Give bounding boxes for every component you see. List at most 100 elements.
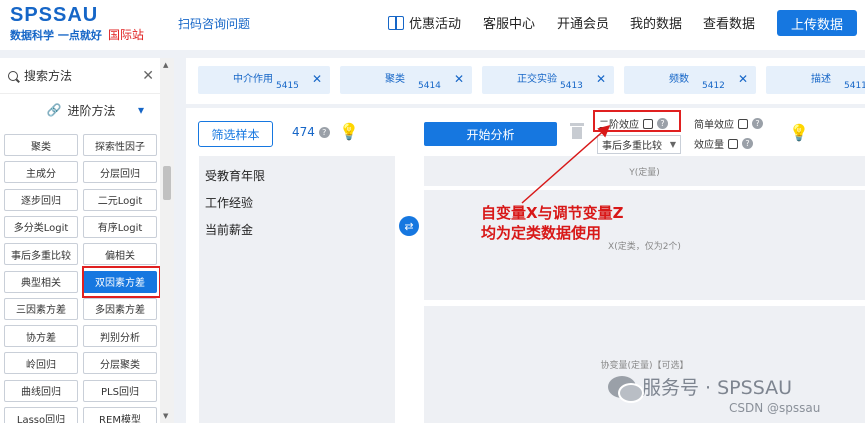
method-button[interactable]: 事后多重比较 bbox=[4, 243, 78, 266]
posthoc-select-value: 事后多重比较 bbox=[602, 141, 662, 152]
analysis-tab[interactable]: 中介作用 5415 ✕ bbox=[198, 66, 330, 94]
method-button[interactable]: 逐步回归 bbox=[4, 188, 78, 211]
simple-effect-checkbox[interactable] bbox=[738, 118, 748, 129]
close-icon[interactable]: ✕ bbox=[454, 72, 464, 86]
logo-title: SPSSAU bbox=[10, 4, 99, 26]
method-button[interactable]: 主成分 bbox=[4, 161, 78, 184]
analysis-tab-count: 5412 bbox=[702, 81, 725, 91]
variable-item[interactable]: 受教育年限 bbox=[199, 162, 395, 189]
analysis-tab-count: 5415 bbox=[276, 81, 299, 91]
nav-view-data-label: 查看数据 bbox=[703, 17, 756, 32]
nav-membership[interactable]: 开通会员 bbox=[557, 13, 609, 32]
close-icon[interactable]: ✕ bbox=[738, 72, 748, 86]
method-button[interactable]: Lasso回归 bbox=[4, 407, 78, 423]
nav-promotions-label: 优惠活动 bbox=[409, 17, 462, 32]
effect-size-option[interactable]: 效应量 ? bbox=[694, 136, 753, 151]
sidebar-scrollbar[interactable]: ▲ ▼ bbox=[160, 58, 174, 423]
second-order-checkbox[interactable] bbox=[643, 118, 653, 129]
watermark: 服务号 · SPSSAU bbox=[608, 373, 793, 403]
help-icon[interactable]: ? bbox=[742, 138, 753, 149]
posthoc-select[interactable]: 事后多重比较 ▼ bbox=[597, 135, 681, 154]
swap-icon[interactable]: ⇄ bbox=[399, 216, 419, 236]
scroll-down-icon[interactable]: ▼ bbox=[163, 412, 168, 420]
method-sidebar: 搜索方法 ✕ 🔗 进阶方法 ▾ 聚类 探索性因子 主成分 分层回归 逐步回归 二元Logi… bbox=[0, 58, 162, 423]
close-icon[interactable]: ✕ bbox=[312, 72, 322, 86]
effect-size-checkbox[interactable] bbox=[728, 138, 738, 149]
trash-icon[interactable] bbox=[570, 123, 584, 139]
lightbulb-icon[interactable]: 💡 bbox=[789, 123, 809, 142]
analysis-tab[interactable]: 正交实验 5413 ✕ bbox=[482, 66, 614, 94]
logo-slogan: 数据科学 一点就好 bbox=[10, 29, 102, 42]
method-button[interactable]: 探索性因子 bbox=[83, 134, 157, 156]
wechat-icon bbox=[608, 375, 644, 403]
method-button[interactable]: 岭回归 bbox=[4, 352, 78, 375]
advanced-methods-label: 进阶方法 bbox=[67, 103, 116, 118]
method-button[interactable]: 多因素方差 bbox=[83, 297, 157, 320]
method-button[interactable]: 二元Logit bbox=[83, 188, 157, 211]
method-button[interactable]: PLS回归 bbox=[83, 379, 157, 402]
second-order-option[interactable]: 二阶效应 ? bbox=[599, 116, 668, 131]
lightbulb-icon[interactable]: 💡 bbox=[339, 122, 359, 141]
analysis-tab[interactable]: 聚类 5414 ✕ bbox=[340, 66, 472, 94]
sample-count-value: 474 bbox=[292, 125, 315, 139]
active-method-highlight bbox=[82, 266, 161, 298]
nav-my-data[interactable]: 我的数据 bbox=[630, 13, 682, 32]
method-button[interactable]: 协方差 bbox=[4, 325, 78, 348]
method-button[interactable]: 分层聚类 bbox=[83, 352, 157, 375]
variable-list: 受教育年限 工作经验 当前薪金 bbox=[199, 156, 395, 423]
top-header: SPSSAU 数据科学 一点就好 国际站 扫码咨询问题 优惠活动 客服中心 开通… bbox=[0, 0, 865, 50]
scrollbar-thumb[interactable] bbox=[163, 166, 171, 200]
annotation-line-1: 自变量X与调节变量Z bbox=[481, 204, 624, 222]
method-search[interactable]: 搜索方法 ✕ bbox=[0, 58, 162, 94]
method-button[interactable]: 曲线回归 bbox=[4, 379, 78, 402]
scan-consult-link[interactable]: 扫码咨询问题 bbox=[178, 15, 250, 32]
help-icon[interactable]: ? bbox=[318, 127, 330, 138]
nav-support-label: 客服中心 bbox=[483, 17, 536, 32]
method-button[interactable]: REM模型 bbox=[83, 407, 157, 423]
method-search-placeholder: 搜索方法 bbox=[24, 69, 73, 83]
analysis-tab-count: 5411 bbox=[844, 81, 865, 91]
search-icon bbox=[8, 70, 18, 81]
csdn-watermark: CSDN @spssau bbox=[729, 401, 821, 415]
help-icon[interactable]: ? bbox=[752, 118, 763, 129]
nav-promotions[interactable]: 优惠活动 bbox=[388, 13, 461, 32]
recent-analysis-tabs: 中介作用5415✕聚类5414✕正交实验5413✕频数5412✕描述5411✕ bbox=[186, 58, 865, 104]
annotation-line-2: 均为定类数据使用 bbox=[481, 224, 602, 242]
y-drop-zone[interactable]: Y(定量) bbox=[424, 156, 865, 186]
help-icon[interactable]: ? bbox=[657, 118, 668, 129]
method-button[interactable]: 有序Logit bbox=[83, 215, 157, 238]
scroll-up-icon[interactable]: ▲ bbox=[163, 61, 168, 69]
simple-effect-label: 简单效应 bbox=[694, 120, 734, 131]
method-button[interactable]: 三因素方差 bbox=[4, 297, 78, 320]
close-icon[interactable]: ✕ bbox=[142, 68, 154, 84]
method-button[interactable]: 判别分析 bbox=[83, 325, 157, 348]
analysis-tab-count: 5413 bbox=[560, 81, 583, 91]
analysis-tab[interactable]: 频数 5412 ✕ bbox=[624, 66, 756, 94]
nav-my-data-label: 我的数据 bbox=[630, 17, 683, 32]
nav-support[interactable]: 客服中心 bbox=[483, 13, 535, 32]
sample-count: 474 ? bbox=[292, 125, 330, 139]
watermark-text: 服务号 · SPSSAU bbox=[642, 377, 793, 399]
filter-sample-button[interactable]: 筛选样本 bbox=[198, 121, 273, 147]
intl-site-link[interactable]: 国际站 bbox=[108, 26, 144, 43]
second-order-label: 二阶效应 bbox=[599, 120, 639, 131]
nav-view-data[interactable]: 查看数据 bbox=[703, 13, 755, 32]
method-button[interactable]: 聚类 bbox=[4, 134, 78, 156]
simple-effect-option[interactable]: 简单效应 ? bbox=[694, 116, 763, 131]
method-button[interactable]: 分层回归 bbox=[83, 161, 157, 184]
variable-item[interactable]: 当前薪金 bbox=[199, 216, 395, 243]
method-button[interactable]: 典型相关 bbox=[4, 270, 78, 293]
annotation-text: 自变量X与调节变量Z 均为定类数据使用 bbox=[481, 203, 623, 243]
gift-icon bbox=[388, 15, 404, 30]
variable-item[interactable]: 工作经验 bbox=[199, 189, 395, 216]
method-button[interactable]: 多分类Logit bbox=[4, 215, 78, 238]
analysis-tab[interactable]: 描述5411✕ bbox=[766, 66, 865, 94]
logo[interactable]: SPSSAU 数据科学 一点就好 bbox=[10, 4, 102, 43]
paperclip-icon: 🔗 bbox=[46, 103, 62, 117]
advanced-methods-header[interactable]: 🔗 进阶方法 ▾ bbox=[0, 94, 162, 126]
upload-data-button[interactable]: 上传数据 bbox=[777, 10, 857, 36]
close-icon[interactable]: ✕ bbox=[596, 72, 606, 86]
method-button[interactable]: 偏相关 bbox=[83, 243, 157, 266]
chevron-down-icon: ▾ bbox=[137, 103, 144, 117]
start-analysis-button[interactable]: 开始分析 bbox=[424, 122, 557, 146]
